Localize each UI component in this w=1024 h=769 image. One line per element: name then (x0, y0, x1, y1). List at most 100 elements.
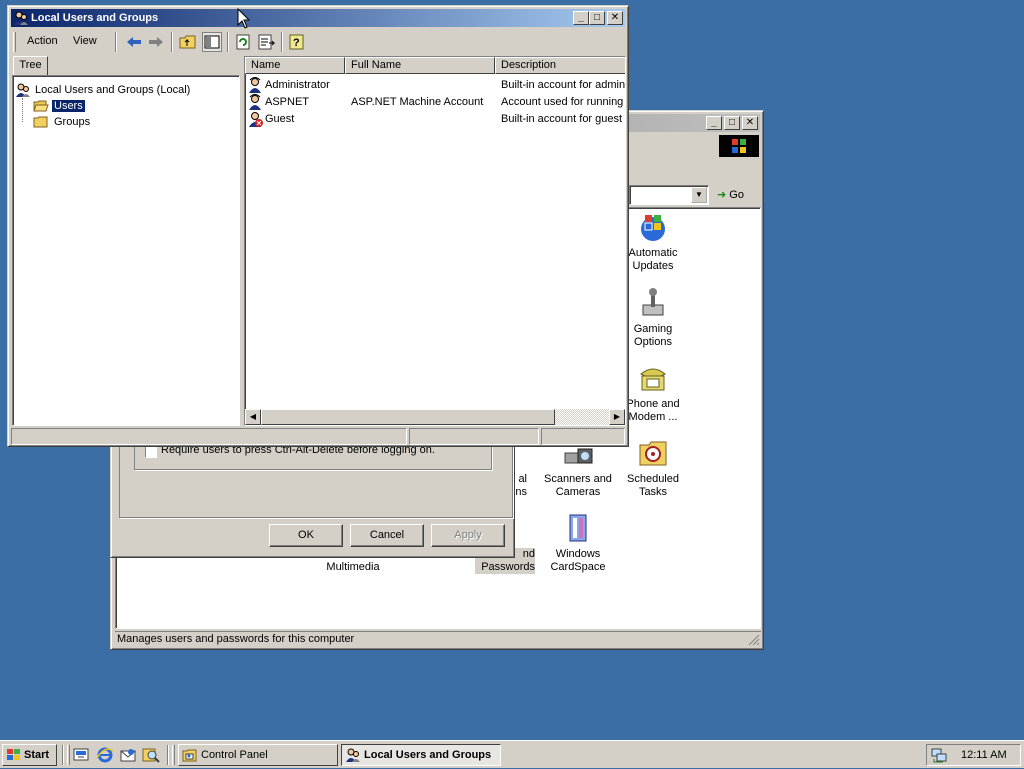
scheduled-tasks-icon (637, 437, 669, 469)
outlook-express-icon[interactable] (119, 747, 137, 763)
back-arrow-icon[interactable] (124, 32, 144, 52)
close-button[interactable]: ✕ (742, 116, 758, 130)
status-pane-main (11, 428, 407, 445)
scroll-right-button[interactable]: ▶ (609, 409, 625, 425)
tree-pane: Local Users and Groups (Local) Users Gro… (12, 75, 240, 426)
menu-view[interactable]: View (73, 35, 97, 47)
scanners-cameras-label: Scanners and Cameras (544, 473, 612, 498)
users-icon (15, 82, 31, 98)
folder-open-icon (33, 98, 49, 114)
minimize-button[interactable]: _ (706, 116, 722, 130)
go-button[interactable]: ➜ Go (717, 185, 755, 205)
column-header-name[interactable]: Name (245, 57, 345, 74)
chevron-down-icon[interactable]: ▼ (691, 187, 707, 203)
horizontal-scrollbar[interactable]: ◀ ▶ (245, 409, 625, 425)
task-control-panel[interactable]: Control Panel (178, 744, 338, 766)
cancel-button[interactable]: Cancel (350, 524, 424, 547)
lusrmgr-window: Local Users and Groups _ □ ✕ Action View… (7, 5, 629, 447)
user-name: ASPNET (265, 96, 310, 108)
cardspace-icon (562, 512, 594, 544)
status-bar: Manages users and passwords for this com… (115, 631, 761, 647)
task-local-users-groups[interactable]: Local Users and Groups (341, 744, 501, 766)
tree-tab-label: Tree (19, 59, 42, 71)
ctrl-alt-del-checkbox[interactable] (145, 446, 157, 458)
clock[interactable]: 12:11 AM (961, 749, 1007, 761)
tree-item-groups-label: Groups (54, 116, 91, 128)
tree-item-users[interactable]: Users (33, 98, 86, 114)
user-full-name: ASP.NET Machine Account (351, 96, 484, 108)
task-local-users-groups-label: Local Users and Groups (364, 749, 492, 761)
tree-item-groups[interactable]: Groups (33, 114, 92, 130)
status-text: Manages users and passwords for this com… (117, 633, 355, 645)
column-header-full-name[interactable]: Full Name (345, 57, 495, 74)
export-list-icon[interactable] (256, 32, 276, 52)
apply-button[interactable]: Apply (431, 524, 505, 547)
refresh-icon[interactable] (233, 32, 253, 52)
maximize-button[interactable]: □ (724, 116, 740, 130)
start-label: Start (24, 749, 50, 761)
show-tree-icon[interactable] (202, 32, 222, 52)
mouse-cursor-icon (237, 7, 251, 30)
user-name: Guest (265, 113, 295, 125)
forward-arrow-icon[interactable] (146, 32, 166, 52)
network-icon[interactable] (931, 747, 947, 763)
multimedia-label: Multimedia (326, 561, 380, 573)
tree-root[interactable]: Local Users and Groups (Local) (15, 82, 190, 98)
maximize-button[interactable]: □ (589, 11, 605, 25)
menu-action[interactable]: Action (27, 35, 58, 47)
user-description: Account used for running (501, 96, 624, 108)
list-item[interactable]: Administrator Built-in account for admin… (247, 77, 626, 94)
column-header-description[interactable]: Description (495, 57, 625, 74)
tree-tab[interactable]: Tree (13, 56, 48, 75)
taskbar-separator (167, 745, 169, 765)
show-desktop-icon[interactable] (73, 747, 91, 763)
phone-modem-icon (637, 362, 669, 394)
folder-icon (33, 114, 49, 130)
multimedia-item[interactable]: Multimedia (314, 561, 392, 574)
taskbar: Start Control Panel Local Users and Grou… (0, 740, 1024, 768)
toolbar-separator (227, 32, 229, 52)
close-button[interactable]: ✕ (607, 11, 623, 25)
list-item[interactable]: ASPNET ASP.NET Machine Account Account u… (247, 94, 625, 111)
user-accounts-dialog: Require users to press Ctrl-Alt-Delete b… (110, 440, 515, 558)
user-description: Built-in account for guest a (501, 113, 626, 125)
internet-explorer-icon[interactable] (96, 747, 114, 763)
tree-root-label: Local Users and Groups (Local) (35, 84, 191, 96)
list-item[interactable]: Guest Built-in account for guest a (247, 111, 626, 128)
tree-item-users-label: Users (51, 99, 86, 113)
minimize-button[interactable]: _ (573, 11, 589, 25)
svg-text:?: ? (293, 37, 300, 49)
windows-flag-icon (6, 748, 22, 762)
scroll-left-button[interactable]: ◀ (245, 409, 261, 425)
user-icon (247, 77, 263, 93)
lusrmgr-titlebar[interactable]: Local Users and Groups _ □ ✕ (11, 9, 625, 27)
toolbar-grip (13, 32, 16, 52)
quick-launch-grip (67, 745, 70, 765)
go-arrow-icon: ➜ (717, 189, 727, 201)
users-icon (345, 747, 361, 763)
resize-grip-icon[interactable] (748, 634, 760, 646)
start-button[interactable]: Start (2, 744, 57, 766)
ok-button[interactable]: OK (269, 524, 343, 547)
cardspace-label: Windows CardSpace (550, 548, 606, 573)
user-icon (247, 94, 263, 110)
status-pane-3 (541, 428, 625, 445)
go-label: Go (729, 189, 744, 201)
scroll-thumb[interactable] (261, 409, 555, 425)
toolbar-separator (281, 32, 283, 52)
disabled-user-icon (247, 111, 263, 127)
up-folder-icon[interactable] (178, 32, 198, 52)
task-area-grip (172, 745, 175, 765)
toolbar-separator (171, 32, 173, 52)
cardspace-item[interactable]: Windows CardSpace (539, 512, 617, 574)
window-title: Local Users and Groups (31, 12, 159, 24)
gaming-options-icon (637, 287, 669, 319)
automatic-updates-icon (637, 211, 669, 243)
user-description: Built-in account for adminis (501, 79, 626, 91)
control-panel-icon (182, 747, 198, 763)
search-icon[interactable] (142, 747, 160, 763)
toolbar: Action View ? (11, 28, 625, 56)
status-pane-2 (409, 428, 539, 445)
address-dropdown[interactable]: ▼ (629, 185, 709, 205)
help-icon[interactable]: ? (287, 32, 307, 52)
